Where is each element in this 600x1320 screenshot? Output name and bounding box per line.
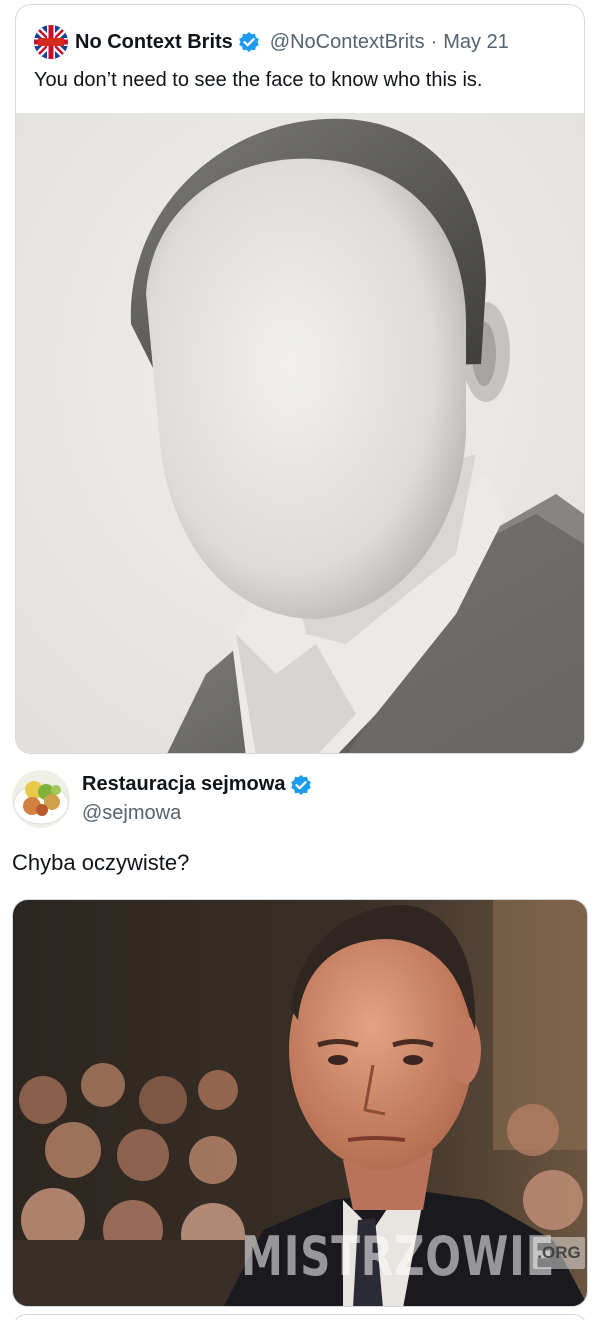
- main-tweet-image[interactable]: MISTRZOWIE .ORG: [12, 899, 588, 1307]
- main-author-handle[interactable]: @sejmowa: [82, 802, 312, 825]
- quoted-tweet-header: No Context Brits @NoContextBrits · May 2…: [34, 25, 509, 59]
- main-author-name[interactable]: Restauracja sejmowa: [82, 773, 285, 796]
- quoted-tweet-card[interactable]: No Context Brits @NoContextBrits · May 2…: [15, 4, 585, 754]
- food-plate-avatar-icon[interactable]: [12, 770, 70, 828]
- union-jack-avatar-icon[interactable]: [34, 25, 68, 59]
- verified-badge-icon: [238, 32, 259, 52]
- quoted-tweet-image[interactable]: [16, 113, 584, 753]
- watermark-text: MISTRZOWIE: [241, 1225, 556, 1288]
- quoted-tweet-text: You don’t need to see the face to know w…: [34, 69, 483, 91]
- quoted-tweet-date[interactable]: May 21: [443, 31, 509, 54]
- quoted-author-name[interactable]: No Context Brits: [75, 31, 233, 54]
- next-card-edge: [12, 1314, 588, 1320]
- quoted-author-handle[interactable]: @NoContextBrits: [270, 31, 425, 54]
- main-tweet-text: Chyba oczywiste?: [12, 850, 190, 875]
- watermark-org-badge: .ORG: [533, 1237, 585, 1269]
- dot-separator: ·: [430, 30, 438, 53]
- main-tweet-header: Restauracja sejmowa @sejmowa: [12, 770, 312, 830]
- verified-badge-icon: [291, 774, 312, 795]
